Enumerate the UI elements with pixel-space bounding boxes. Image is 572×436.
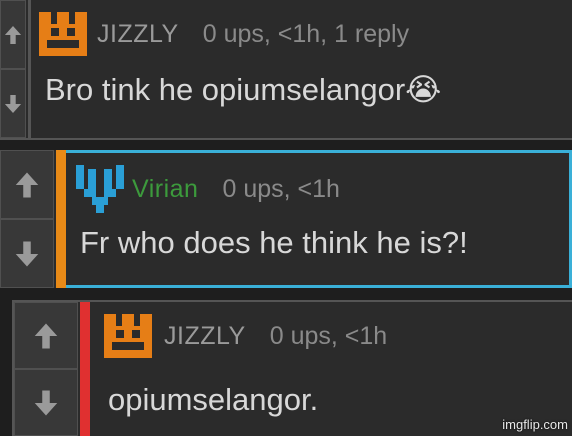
comment-text: Fr who does he think he is?! [80, 225, 468, 260]
username-link[interactable]: Virian [132, 175, 198, 204]
downvote-button[interactable] [0, 219, 54, 288]
comment-text: Bro tink he opiumselangor😭 [45, 72, 442, 107]
comment: Virian 0 ups, <1h Fr who does he think h… [0, 150, 572, 288]
comment-meta: 0 ups, <1h [269, 321, 388, 350]
downvote-button[interactable] [14, 369, 78, 436]
comment-header: JIZZLY 0 ups, <1h [104, 314, 387, 358]
downvote-button[interactable] [0, 69, 26, 138]
comment: JIZZLY 0 ups, <1h, 1 reply Bro tink he o… [0, 0, 572, 140]
arrow-up-icon [4, 25, 22, 44]
arrow-up-icon [34, 323, 58, 348]
comment-body: JIZZLY 0 ups, <1h, 1 reply Bro tink he o… [28, 0, 572, 138]
comment-header: JIZZLY 0 ups, <1h, 1 reply [39, 12, 409, 56]
arrow-down-icon [15, 241, 39, 266]
vote-controls [0, 0, 26, 138]
upvote-button[interactable] [14, 302, 78, 369]
arrow-down-icon [34, 390, 58, 415]
vote-controls [0, 150, 54, 288]
username-link[interactable]: JIZZLY [97, 20, 179, 49]
pixel-face-icon[interactable] [104, 314, 152, 358]
comment-text: opiumselangor. [108, 382, 319, 417]
arrow-up-icon [15, 172, 39, 197]
upvote-button[interactable] [0, 0, 26, 69]
comment-meta: 0 ups, <1h [222, 174, 340, 203]
comment-meta: 0 ups, <1h, 1 reply [202, 19, 410, 48]
pixel-face-icon[interactable] [39, 12, 87, 56]
comment-body: JIZZLY 0 ups, <1h opiumselangor. [90, 302, 572, 436]
reply-indicator-bar [56, 150, 66, 288]
comment: JIZZLY 0 ups, <1h opiumselangor. [12, 300, 572, 436]
upvote-button[interactable] [0, 150, 54, 219]
comment-body: Virian 0 ups, <1h Fr who does he think h… [66, 150, 572, 288]
watermark: imgflip.com [502, 417, 568, 432]
pixel-v-icon[interactable] [76, 165, 124, 213]
reply-indicator-bar [80, 302, 90, 436]
comment-header: Virian 0 ups, <1h [76, 165, 340, 213]
arrow-down-icon [4, 94, 22, 113]
vote-controls [14, 302, 78, 436]
username-link[interactable]: JIZZLY [164, 322, 246, 351]
